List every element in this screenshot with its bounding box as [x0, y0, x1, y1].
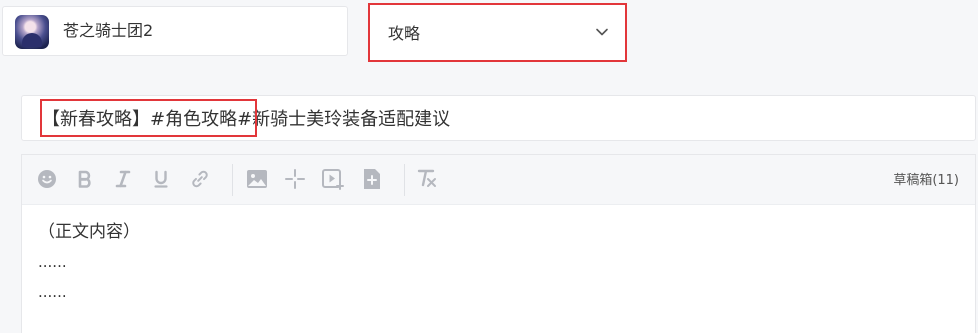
bold-icon[interactable]: [73, 167, 97, 191]
game-name: 苍之骑士团2: [63, 21, 154, 40]
image-icon[interactable]: [245, 167, 269, 191]
editor-content[interactable]: （正文内容） ...... ......: [38, 217, 140, 307]
editor-toolbar: 草稿箱(11): [22, 155, 975, 205]
game-selector[interactable]: 苍之骑士团2: [2, 6, 348, 56]
game-cover-icon: [15, 15, 49, 49]
file-icon[interactable]: [360, 167, 384, 191]
content-line: ......: [38, 283, 67, 301]
chevron-down-icon: [596, 28, 608, 36]
category-value: 攻略: [388, 24, 421, 43]
divider-insert-icon[interactable]: [283, 167, 307, 191]
toolbar-divider: [232, 164, 233, 196]
underline-icon[interactable]: [149, 167, 173, 191]
category-dropdown[interactable]: 攻略: [368, 3, 627, 62]
content-line: ......: [38, 253, 67, 271]
clear-format-icon[interactable]: [416, 167, 440, 191]
content-line: （正文内容）: [38, 222, 140, 242]
emoji-icon[interactable]: [35, 167, 59, 191]
video-icon[interactable]: [321, 167, 345, 191]
rich-text-editor[interactable]: 草稿箱(11) （正文内容） ...... ......: [21, 154, 976, 333]
italic-icon[interactable]: [111, 167, 135, 191]
toolbar-divider: [404, 164, 405, 196]
drafts-button[interactable]: 草稿箱(11): [893, 155, 959, 204]
title-text: 【新春攻略】#角色攻略#新骑士美玲装备适配建议: [42, 109, 451, 130]
link-icon[interactable]: [188, 167, 212, 191]
title-input[interactable]: 【新春攻略】#角色攻略#新骑士美玲装备适配建议: [21, 95, 976, 141]
